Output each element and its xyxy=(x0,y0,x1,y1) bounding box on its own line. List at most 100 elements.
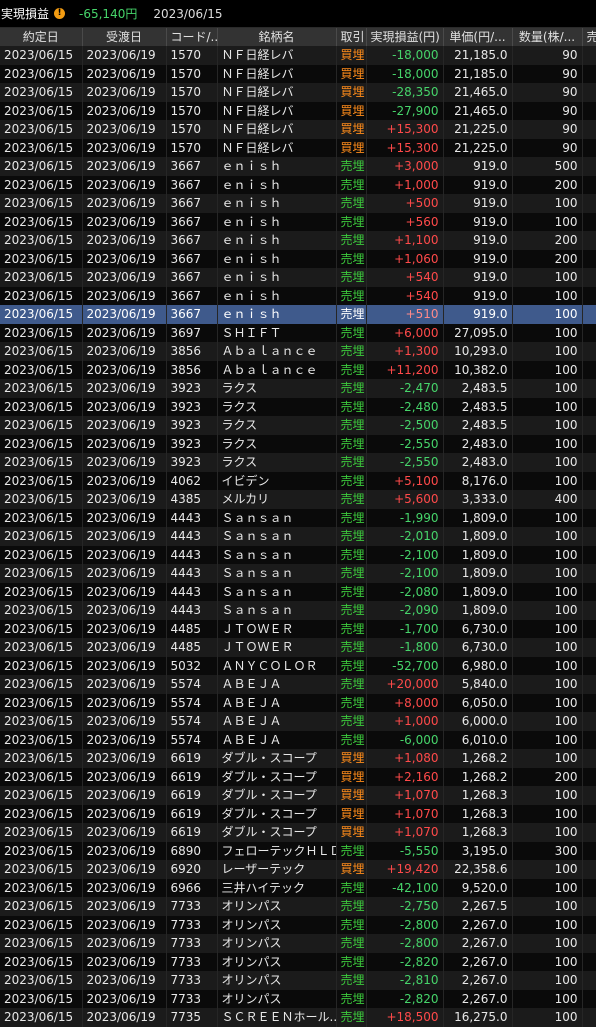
table-row[interactable]: 2023/06/15 2023/06/19 4385 メルカリ 売埋 +5,600 3,33… xyxy=(0,490,596,509)
stock-name-cell: ｅｎｉｓｈ xyxy=(217,231,337,250)
trade-type-cell: 売埋 xyxy=(336,564,367,583)
table-row[interactable]: 2023/06/15 2023/06/19 3923 ラクス 売埋 -2,550 2,483… xyxy=(0,434,596,453)
table-row[interactable]: 2023/06/15 2023/06/19 3667 ｅｎｉｓｈ 売埋 +1,000 919… xyxy=(0,175,596,194)
table-row[interactable]: 2023/06/15 2023/06/19 1570 ＮＦ日経レバ 買埋 +15,300 2… xyxy=(0,138,596,157)
stock-name-cell: ＡＢＥＪＡ xyxy=(217,712,337,731)
table-row[interactable]: 2023/06/15 2023/06/19 5574 ＡＢＥＪＡ 売埋 +20,000 5,… xyxy=(0,675,596,694)
table-row[interactable]: 2023/06/15 2023/06/19 1570 ＮＦ日経レバ 買埋 -18,000 2… xyxy=(0,64,596,83)
table-row[interactable]: 2023/06/15 2023/06/19 3856 Ａｂａｌａｎｃｅ 売埋 +11,20… xyxy=(0,360,596,379)
table-row[interactable]: 2023/06/15 2023/06/19 6619 ダブル・スコープ 買埋 +1,070… xyxy=(0,786,596,805)
extra-cell xyxy=(582,989,596,1008)
table-row[interactable]: 2023/06/15 2023/06/19 3667 ｅｎｉｓｈ 売埋 +540 919.0… xyxy=(0,268,596,287)
table-row[interactable]: 2023/06/15 2023/06/19 3667 ｅｎｉｓｈ 売埋 +510 919.0… xyxy=(0,305,596,324)
code-cell: 3667 xyxy=(166,305,218,324)
realized-pl-cell: -2,750 xyxy=(366,897,444,916)
table-row[interactable]: 2023/06/15 2023/06/19 4443 Ｓａｎｓａｎ 売埋 -2,090 1,… xyxy=(0,601,596,620)
table-row[interactable]: 2023/06/15 2023/06/19 7733 オリンパス 売埋 -2,800 2,2… xyxy=(0,934,596,953)
warning-icon[interactable]: ! xyxy=(54,8,66,19)
table-row[interactable]: 2023/06/15 2023/06/19 7733 オリンパス 売埋 -2,820 2,2… xyxy=(0,952,596,971)
realized-pl-cell: -2,820 xyxy=(366,989,444,1008)
code-cell: 3667 xyxy=(166,212,218,231)
table-row[interactable]: 2023/06/15 2023/06/19 5574 ＡＢＥＪＡ 売埋 +1,000 6,0… xyxy=(0,712,596,731)
extra-cell xyxy=(582,675,596,694)
realized-pl-cell: +540 xyxy=(366,286,444,305)
unit-price-cell: 1,809.0 xyxy=(443,545,513,564)
code-cell: 6966 xyxy=(166,878,218,897)
extra-cell xyxy=(582,767,596,786)
table-row[interactable]: 2023/06/15 2023/06/19 6619 ダブル・スコープ 買埋 +2,160… xyxy=(0,767,596,786)
unit-price-cell: 27,095.0 xyxy=(443,323,513,342)
table-row[interactable]: 2023/06/15 2023/06/19 4443 Ｓａｎｓａｎ 売埋 -2,100 1,… xyxy=(0,564,596,583)
realized-pl-cell: +1,300 xyxy=(366,342,444,361)
table-row[interactable]: 2023/06/15 2023/06/19 5032 ＡＮＹＣＯＬＯＲ 売埋 -52,70… xyxy=(0,656,596,675)
table-row[interactable]: 2023/06/15 2023/06/19 4443 Ｓａｎｓａｎ 売埋 -2,100 1,… xyxy=(0,545,596,564)
table-row[interactable]: 2023/06/15 2023/06/19 3667 ｅｎｉｓｈ 売埋 +560 919.0… xyxy=(0,212,596,231)
col-header-trade-date[interactable]: 約定日 xyxy=(0,28,83,46)
quantity-cell: 100 xyxy=(512,527,583,546)
table-row[interactable]: 2023/06/15 2023/06/19 4443 Ｓａｎｓａｎ 売埋 -2,010 1,… xyxy=(0,527,596,546)
table-row[interactable]: 2023/06/15 2023/06/19 3667 ｅｎｉｓｈ 売埋 +500 919.0… xyxy=(0,194,596,213)
table-row[interactable]: 2023/06/15 2023/06/19 3667 ｅｎｉｓｈ 売埋 +3,000 919… xyxy=(0,157,596,176)
trade-type-cell: 売埋 xyxy=(336,360,367,379)
stock-name-cell: ダブル・スコープ xyxy=(217,804,337,823)
trade-type-cell: 売埋 xyxy=(336,915,367,934)
table-row[interactable]: 2023/06/15 2023/06/19 4485 ＪＴＯＷＥＲ 売埋 -1,800 6,… xyxy=(0,638,596,657)
quantity-cell: 100 xyxy=(512,194,583,213)
table-row[interactable]: 2023/06/15 2023/06/19 1570 ＮＦ日経レバ 買埋 -18,000 2… xyxy=(0,46,596,65)
quantity-cell: 100 xyxy=(512,749,583,768)
table-row[interactable]: 2023/06/15 2023/06/19 6619 ダブル・スコープ 買埋 +1,070… xyxy=(0,823,596,842)
table-row[interactable]: 2023/06/15 2023/06/19 3667 ｅｎｉｓｈ 売埋 +540 919.0… xyxy=(0,286,596,305)
table-row[interactable]: 2023/06/15 2023/06/19 7733 オリンパス 売埋 -2,750 2,2… xyxy=(0,897,596,916)
table-row[interactable]: 2023/06/15 2023/06/19 3923 ラクス 売埋 -2,550 2,483… xyxy=(0,453,596,472)
table-row[interactable]: 2023/06/15 2023/06/19 6619 ダブル・スコープ 買埋 +1,080… xyxy=(0,749,596,768)
table-row[interactable]: 2023/06/15 2023/06/19 4062 イビデン 売埋 +5,100 8,17… xyxy=(0,471,596,490)
col-header-settle-date[interactable]: 受渡日 xyxy=(82,28,167,46)
trade-type-cell: 売埋 xyxy=(336,286,367,305)
table-row[interactable]: 2023/06/15 2023/06/19 3667 ｅｎｉｓｈ 売埋 +1,060 919… xyxy=(0,249,596,268)
col-header-trade-type[interactable]: 取引 xyxy=(336,28,367,46)
table-row[interactable]: 2023/06/15 2023/06/19 7733 オリンパス 売埋 -2,800 2,2… xyxy=(0,915,596,934)
extra-cell xyxy=(582,860,596,879)
quantity-cell: 100 xyxy=(512,453,583,472)
table-row[interactable]: 2023/06/15 2023/06/19 3923 ラクス 売埋 -2,480 2,483… xyxy=(0,397,596,416)
trade-date-cell: 2023/06/15 xyxy=(0,804,83,823)
table-row[interactable]: 2023/06/15 2023/06/19 6619 ダブル・スコープ 買埋 +1,070… xyxy=(0,804,596,823)
table-row[interactable]: 2023/06/152023/06/196890フェローテックＨＬＤＧＳ売埋-5… xyxy=(0,841,596,860)
code-cell: 6619 xyxy=(166,749,218,768)
realized-pl-cell: -2,080 xyxy=(366,582,444,601)
table-row[interactable]: 2023/06/15 2023/06/19 1570 ＮＦ日経レバ 買埋 -27,900 2… xyxy=(0,101,596,120)
table-row[interactable]: 2023/06/15 2023/06/19 5574 ＡＢＥＪＡ 売埋 +8,000 6,0… xyxy=(0,693,596,712)
col-header-realized-pl[interactable]: 実現損益(円) xyxy=(366,28,444,46)
col-header-extra[interactable]: 売差 xyxy=(582,28,596,46)
extra-cell xyxy=(582,342,596,361)
table-row[interactable]: 2023/06/15 2023/06/19 4443 Ｓａｎｓａｎ 売埋 -1,990 1,… xyxy=(0,508,596,527)
table-row[interactable]: 2023/06/15 2023/06/19 1570 ＮＦ日経レバ 買埋 +15,300 2… xyxy=(0,120,596,139)
realized-pl-cell: -1,700 xyxy=(366,619,444,638)
col-header-unit-price[interactable]: 単価(円/... xyxy=(443,28,513,46)
trade-type-cell: 買埋 xyxy=(336,823,367,842)
stock-name-cell: Ｓａｎｓａｎ xyxy=(217,508,337,527)
col-header-name[interactable]: 銘柄名 xyxy=(217,28,337,46)
table-row[interactable]: 2023/06/15 2023/06/19 3923 ラクス 売埋 -2,500 2,483… xyxy=(0,416,596,435)
table-row[interactable]: 2023/06/15 2023/06/19 6966 三井ハイテック 売埋 -42,100… xyxy=(0,878,596,897)
table-row[interactable]: 2023/06/15 2023/06/19 7733 オリンパス 売埋 -2,810 2,2… xyxy=(0,971,596,990)
table-row[interactable]: 2023/06/15 2023/06/19 6920 レーザーテック 買埋 +19,420… xyxy=(0,860,596,879)
table-row[interactable]: 2023/06/15 2023/06/19 3923 ラクス 売埋 -2,470 2,483… xyxy=(0,379,596,398)
table-row[interactable]: 2023/06/15 2023/06/19 3856 Ａｂａｌａｎｃｅ 売埋 +1,300… xyxy=(0,342,596,361)
stock-name-cell: ＮＦ日経レバ xyxy=(217,120,337,139)
stock-name-cell: Ｓａｎｓａｎ xyxy=(217,601,337,620)
realized-pl-cell: +15,300 xyxy=(366,120,444,139)
table-row[interactable]: 2023/06/15 2023/06/19 3697 ＳＨＩＦＴ 売埋 +6,000 27,… xyxy=(0,323,596,342)
quantity-cell: 100 xyxy=(512,342,583,361)
table-row[interactable]: 2023/06/15 2023/06/19 1570 ＮＦ日経レバ 買埋 -28,350 2… xyxy=(0,83,596,102)
table-row[interactable]: 2023/06/15 2023/06/19 4485 ＪＴＯＷＥＲ 売埋 -1,700 6,… xyxy=(0,619,596,638)
table-row[interactable]: 2023/06/15 2023/06/19 7733 オリンパス 売埋 -2,820 2,2… xyxy=(0,989,596,1008)
table-row[interactable]: 2023/06/15 2023/06/19 5574 ＡＢＥＪＡ 売埋 -6,000 6,0… xyxy=(0,730,596,749)
unit-price-cell: 10,382.0 xyxy=(443,360,513,379)
col-header-quantity[interactable]: 数量(株/... xyxy=(512,28,583,46)
table-row[interactable]: 2023/06/15 2023/06/19 3667 ｅｎｉｓｈ 売埋 +1,100 919… xyxy=(0,231,596,250)
col-header-code[interactable]: コード/... xyxy=(166,28,218,46)
trade-type-cell: 売埋 xyxy=(336,249,367,268)
extra-cell xyxy=(582,527,596,546)
table-row[interactable]: 2023/06/15 2023/06/19 4443 Ｓａｎｓａｎ 売埋 -2,080 1,… xyxy=(0,582,596,601)
